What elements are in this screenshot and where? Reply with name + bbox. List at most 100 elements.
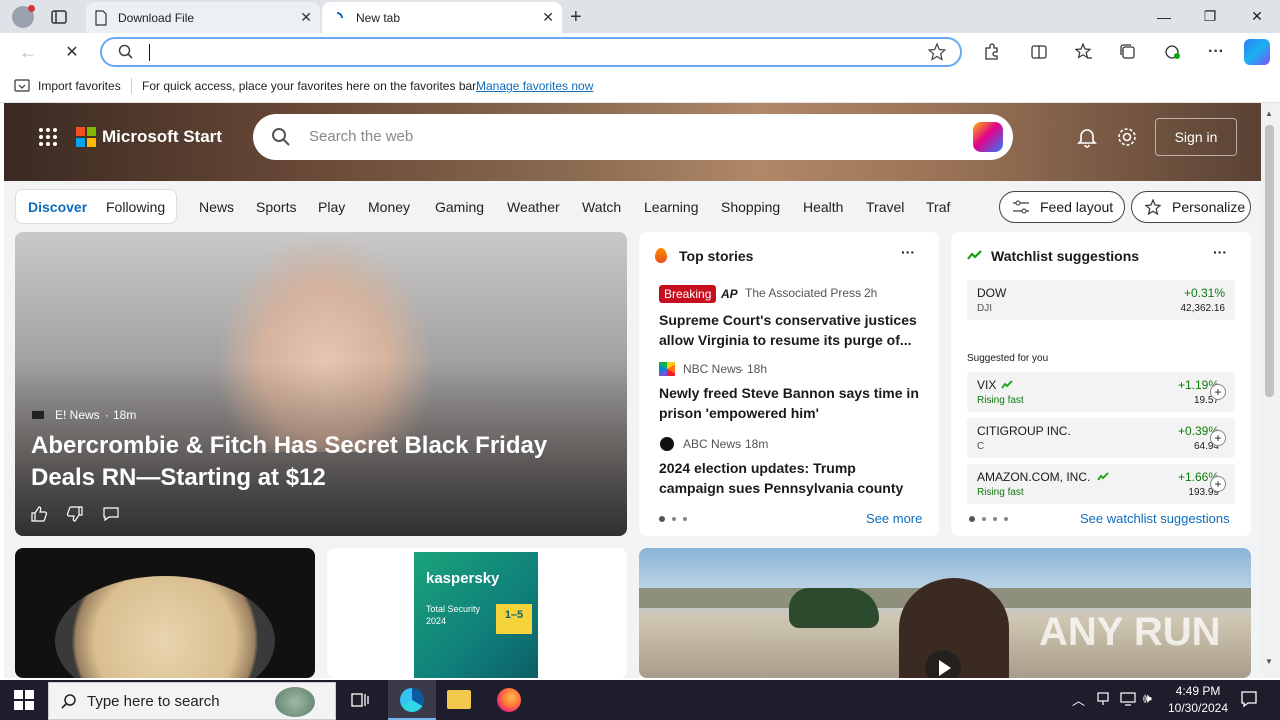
stock-row-vix[interactable]: VIX Rising fast +1.19% 19.57: [967, 372, 1235, 412]
tab-discover[interactable]: Discover: [28, 196, 87, 218]
address-bar[interactable]: [100, 37, 962, 67]
stop-loading-icon[interactable]: ✕: [59, 39, 85, 65]
tab-new-tab[interactable]: New tab ✕: [322, 2, 562, 33]
story-age: 2h: [864, 286, 878, 300]
new-tab-plus-icon[interactable]: +: [570, 6, 582, 29]
stock-row-amazon[interactable]: AMAZON.COM, INC. Rising fast +1.66% 193.…: [967, 464, 1235, 504]
page-scrollbar[interactable]: ▲ ▼: [1261, 103, 1280, 678]
restore-icon[interactable]: ❐: [1187, 0, 1233, 33]
taskbar-search-box[interactable]: Type here to search: [48, 682, 336, 720]
favorite-star-icon[interactable]: [928, 43, 946, 61]
add-to-watchlist-button[interactable]: +: [1210, 476, 1226, 492]
network-icon[interactable]: [1096, 692, 1110, 706]
sign-in-button[interactable]: Sign in: [1155, 118, 1237, 156]
scrollbar-thumb[interactable]: [1265, 125, 1274, 397]
comment-icon[interactable]: [102, 505, 120, 523]
pizza-story-card[interactable]: [15, 548, 315, 678]
trending-up-icon: [1097, 472, 1109, 481]
nav-news[interactable]: News: [199, 196, 234, 218]
personalize-label: Personalize: [1172, 199, 1246, 215]
stock-row-dow[interactable]: DOW DJI +0.31% 42,362.16: [967, 280, 1235, 320]
play-button-icon[interactable]: [925, 650, 961, 678]
window-close-icon[interactable]: ✕: [1234, 0, 1280, 33]
back-icon[interactable]: ←: [15, 39, 41, 65]
taskbar-edge-button[interactable]: [388, 680, 436, 720]
product-box: kaspersky Total Security 2024 1–5: [414, 552, 538, 678]
hero-story-card[interactable]: E! News · 18m Abercrombie & Fitch Has Se…: [15, 232, 627, 536]
microsoft-logo-icon: [76, 127, 96, 147]
scroll-up-arrow-icon[interactable]: ▲: [1265, 109, 1273, 118]
notifications-bell-icon[interactable]: [1076, 126, 1098, 148]
thumbs-down-icon[interactable]: [66, 505, 84, 523]
personalize-button[interactable]: Personalize: [1131, 191, 1251, 223]
watermark: ANY RUN: [1039, 610, 1221, 654]
close-tab-icon[interactable]: ✕: [542, 9, 554, 26]
file-explorer-icon[interactable]: [447, 690, 471, 709]
notifications-icon[interactable]: [1240, 690, 1258, 708]
nav-money[interactable]: Money: [368, 196, 410, 218]
manage-favorites-link[interactable]: Manage favorites now: [476, 79, 593, 93]
nav-traffic[interactable]: Traf: [926, 196, 950, 218]
clock-time[interactable]: 4:49 PM: [1174, 684, 1222, 698]
import-favorites-button[interactable]: Import favorites: [38, 79, 121, 93]
stock-row-citigroup[interactable]: CITIGROUP INC. C +0.39% 64.94: [967, 418, 1235, 458]
tab-download-file[interactable]: Download File ✕: [86, 2, 320, 33]
copilot-icon[interactable]: [973, 122, 1003, 152]
device-count-badge: 1–5: [496, 604, 532, 634]
nav-sports[interactable]: Sports: [256, 196, 296, 218]
show-hidden-icons-icon[interactable]: ︿: [1072, 690, 1085, 709]
see-watchlist-link[interactable]: See watchlist suggestions: [1080, 511, 1230, 526]
favorites-icon[interactable]: [1071, 39, 1097, 65]
story-headline[interactable]: 2024 election updates: Trump campaign su…: [659, 458, 923, 498]
tab-following[interactable]: Following: [106, 196, 165, 218]
split-screen-icon[interactable]: [1026, 39, 1052, 65]
add-to-watchlist-button[interactable]: +: [1210, 384, 1226, 400]
stock-symbol: C: [977, 441, 985, 452]
nav-play[interactable]: Play: [318, 196, 345, 218]
task-view-icon[interactable]: [350, 690, 370, 710]
see-more-link[interactable]: See more: [866, 511, 922, 526]
clock-date[interactable]: 10/30/2024: [1166, 701, 1230, 715]
msn-search-box[interactable]: Search the web: [253, 114, 1013, 160]
stock-symbol: DJI: [977, 303, 992, 314]
carousel-dots[interactable]: [659, 516, 687, 522]
nav-shopping[interactable]: Shopping: [721, 196, 780, 218]
more-options-icon[interactable]: ···: [1203, 39, 1229, 65]
more-options-icon[interactable]: ···: [1213, 244, 1227, 260]
settings-gear-icon[interactable]: [1116, 126, 1138, 148]
more-options-icon[interactable]: ···: [901, 244, 915, 260]
thumbs-up-icon[interactable]: [30, 505, 48, 523]
app-launcher-icon[interactable]: [38, 127, 58, 147]
kaspersky-ad-card[interactable]: kaspersky Total Security 2024 1–5: [327, 548, 627, 678]
profile-avatar[interactable]: [12, 5, 35, 28]
windows-start-icon[interactable]: [14, 690, 34, 710]
copilot-icon[interactable]: [1244, 39, 1270, 65]
video-story-card[interactable]: ANY RUN: [639, 548, 1251, 678]
display-icon[interactable]: [1120, 692, 1136, 706]
import-favorites-icon: [14, 79, 30, 93]
add-to-watchlist-button[interactable]: +: [1210, 430, 1226, 446]
hero-headline[interactable]: Abercrombie & Fitch Has Secret Black Fri…: [31, 430, 601, 494]
nav-gaming[interactable]: Gaming: [435, 196, 484, 218]
scroll-down-arrow-icon[interactable]: ▼: [1265, 657, 1273, 666]
nav-health[interactable]: Health: [803, 196, 843, 218]
carousel-dots[interactable]: [969, 516, 1008, 522]
helicopter-image: [789, 588, 879, 628]
volume-icon[interactable]: 🕪: [1143, 690, 1152, 707]
nav-weather[interactable]: Weather: [507, 196, 560, 218]
firefox-icon[interactable]: [497, 688, 521, 712]
nav-watch[interactable]: Watch: [582, 196, 621, 218]
minimize-icon[interactable]: —: [1141, 0, 1187, 33]
collections-icon[interactable]: [1115, 39, 1141, 65]
stock-name: AMAZON.COM, INC.: [977, 470, 1091, 484]
story-headline[interactable]: Supreme Court's conservative justices al…: [659, 310, 923, 350]
msn-logo-text[interactable]: Microsoft Start: [102, 127, 222, 147]
nav-learning[interactable]: Learning: [644, 196, 699, 218]
close-tab-icon[interactable]: ✕: [300, 9, 312, 26]
nav-travel[interactable]: Travel: [866, 196, 904, 218]
extensions-icon[interactable]: [978, 39, 1004, 65]
story-headline[interactable]: Newly freed Steve Bannon says time in pr…: [659, 383, 923, 423]
browser-essentials-icon[interactable]: [1159, 39, 1185, 65]
feed-layout-button[interactable]: Feed layout: [999, 191, 1125, 223]
workspaces-icon[interactable]: [50, 8, 68, 26]
